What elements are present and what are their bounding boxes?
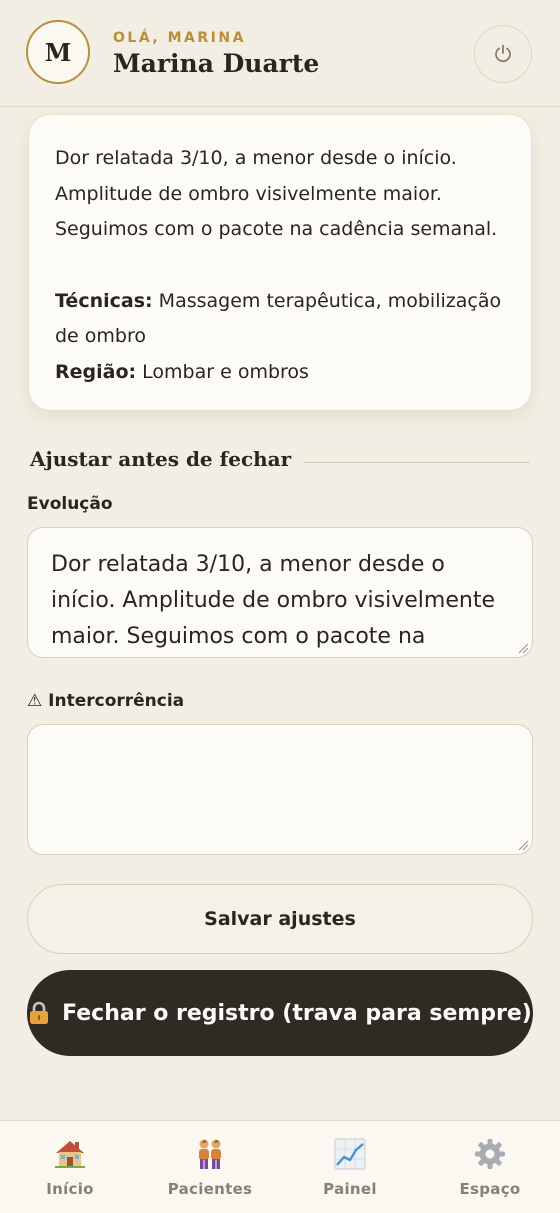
gear-icon — [475, 1139, 505, 1169]
lock-icon — [30, 1001, 49, 1024]
evolution-line: Amplitude de ombro visivelmente maior. — [55, 182, 442, 205]
evolution-line: Seguimos com o pacote na cadência semana… — [55, 218, 498, 240]
evolution-label: Evolução — [27, 494, 113, 514]
power-icon — [495, 44, 511, 63]
section-title: Ajustar antes de fechar — [30, 447, 292, 471]
user-name: Marina Duarte — [113, 49, 320, 78]
avatar[interactable]: M — [26, 20, 90, 84]
nav-label: Início — [46, 1180, 94, 1198]
chart-icon — [334, 1138, 366, 1170]
nav-label: Espaço — [459, 1180, 521, 1198]
evolution-textarea-value: Dor relatada 3/10, a menor desde o iníci… — [51, 552, 495, 649]
nav-label: Pacientes — [167, 1180, 253, 1198]
region-row: Região: Lombar e ombros — [55, 355, 505, 391]
evolution-textarea[interactable]: Dor relatada 3/10, a menor desde o iníci… — [27, 527, 533, 658]
resize-grip-icon[interactable] — [517, 642, 529, 654]
logout-button[interactable] — [474, 25, 532, 83]
nav-item-painel[interactable]: Painel — [280, 1121, 420, 1213]
top-header: M OLÁ, MARINA Marina Duarte — [0, 0, 560, 107]
resize-grip-icon[interactable] — [517, 839, 529, 851]
section-divider — [304, 462, 530, 463]
incident-textarea[interactable] — [27, 724, 533, 855]
region-value: Lombar e ombros — [142, 360, 309, 383]
techniques-row: Técnicas: Massagem terapêutica, mobiliza… — [55, 284, 505, 355]
people-icon — [199, 1139, 221, 1169]
save-adjustments-label: Salvar ajustes — [204, 908, 356, 930]
incident-label: ⚠ Intercorrência — [27, 691, 185, 711]
techniques-label: Técnicas: — [55, 289, 153, 312]
close-record-button[interactable]: Fechar o registro (trava para sempre) — [27, 970, 533, 1056]
bottom-nav: Início Pacientes Painel Espaço — [0, 1120, 560, 1213]
save-adjustments-button[interactable]: Salvar ajustes — [27, 884, 533, 954]
nav-label: Painel — [323, 1180, 377, 1198]
house-icon — [55, 1141, 85, 1168]
evolution-line: Dor relatada 3/10, a menor desde o iníci… — [55, 147, 457, 169]
nav-item-inicio[interactable]: Início — [0, 1121, 140, 1213]
region-label: Região: — [55, 360, 137, 383]
nav-item-espaco[interactable]: Espaço — [420, 1121, 560, 1213]
close-record-label: Fechar o registro (trava para sempre) — [62, 1000, 532, 1026]
note-summary-card: Dor relatada 3/10, a menor desde o iníci… — [28, 114, 532, 411]
greeting-text: OLÁ, MARINA — [113, 30, 246, 46]
nav-item-pacientes[interactable]: Pacientes — [140, 1121, 280, 1213]
